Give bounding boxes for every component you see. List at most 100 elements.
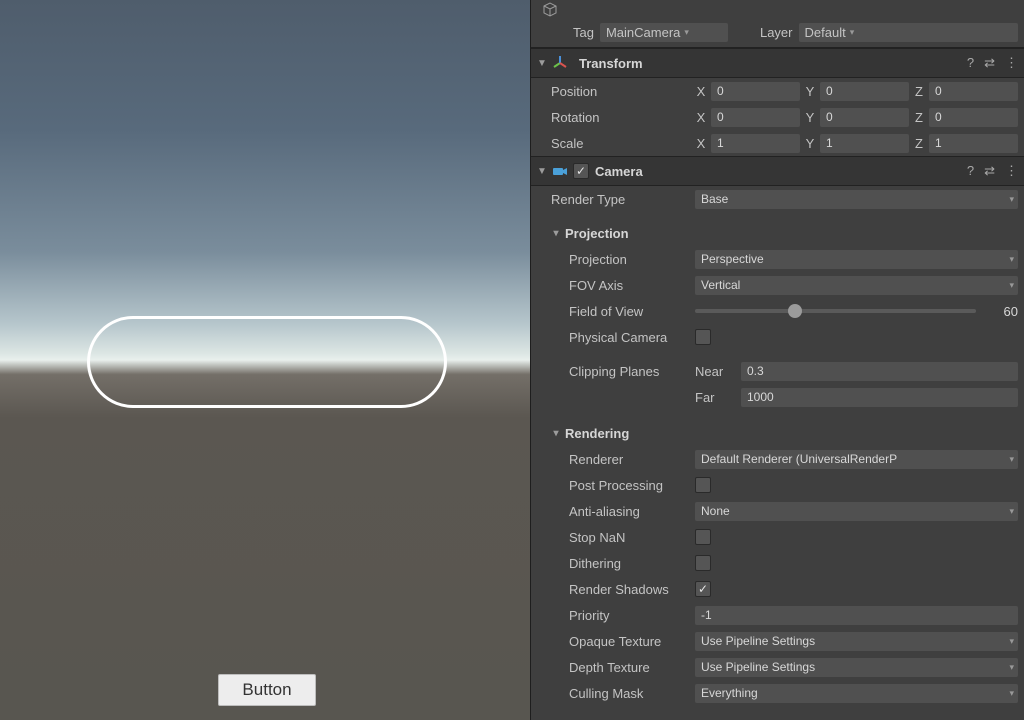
near-field[interactable] (741, 362, 1018, 381)
renderer-row: Renderer Default Renderer (UniversalRend… (531, 446, 1024, 472)
anti-aliasing-dropdown[interactable]: None▾ (695, 502, 1018, 521)
renderer-dropdown[interactable]: Default Renderer (UniversalRenderP▾ (695, 450, 1018, 469)
tag-label: Tag (573, 25, 594, 40)
layer-label: Layer (760, 25, 793, 40)
rotation-y-field[interactable] (820, 108, 909, 127)
projection-dropdown[interactable]: Perspective▾ (695, 250, 1018, 269)
chevron-down-icon: ▾ (1009, 506, 1014, 517)
foldout-icon[interactable]: ▾ (551, 428, 561, 439)
context-menu-icon[interactable]: ⋮ (1005, 163, 1018, 179)
priority-row: Priority (531, 602, 1024, 628)
rotation-row: Rotation X Y Z (531, 104, 1024, 130)
foldout-icon[interactable]: ▼ (537, 58, 547, 69)
help-icon[interactable]: ? (967, 55, 974, 71)
projection-row: Projection Perspective▾ (531, 246, 1024, 272)
render-shadows-checkbox[interactable]: ✓ (695, 581, 711, 597)
far-field[interactable] (741, 388, 1018, 407)
physical-camera-label: Physical Camera (537, 330, 695, 345)
clipping-planes-label: Clipping Planes (537, 364, 695, 379)
depth-texture-label: Depth Texture (537, 660, 695, 675)
foldout-icon[interactable]: ▼ (537, 166, 547, 177)
rotation-label: Rotation (537, 110, 695, 125)
camera-icon (551, 162, 569, 180)
opaque-texture-dropdown[interactable]: Use Pipeline Settings▾ (695, 632, 1018, 651)
render-type-label: Render Type (537, 192, 695, 207)
post-processing-label: Post Processing (537, 478, 695, 493)
chevron-down-icon: ▾ (1009, 254, 1014, 265)
position-label: Position (537, 84, 695, 99)
clipping-far-row: Far (531, 384, 1024, 410)
dithering-checkbox[interactable] (695, 555, 711, 571)
transform-component-header[interactable]: ▼ Transform ? ⇄ ⋮ (531, 48, 1024, 78)
render-type-row: Render Type Base▾ (531, 186, 1024, 212)
scale-label: Scale (537, 136, 695, 151)
layer-dropdown[interactable]: Default▾ (799, 23, 1019, 42)
position-x-field[interactable] (711, 82, 800, 101)
scale-row: Scale X Y Z (531, 130, 1024, 156)
priority-label: Priority (537, 608, 695, 623)
chevron-down-icon: ▾ (1009, 454, 1014, 465)
scale-y-field[interactable] (820, 134, 909, 153)
far-label: Far (695, 390, 735, 405)
y-label: Y (804, 84, 816, 99)
anti-aliasing-label: Anti-aliasing (537, 504, 695, 519)
foldout-icon[interactable]: ▾ (551, 228, 561, 239)
render-shadows-row: Render Shadows ✓ (531, 576, 1024, 602)
fov-row: Field of View 60 (531, 298, 1024, 324)
tag-layer-row: Tag MainCamera▾ Layer Default▾ (531, 18, 1024, 48)
slider-handle[interactable] (788, 304, 802, 318)
physical-camera-row: Physical Camera (531, 324, 1024, 350)
gameobject-cube-icon (541, 0, 559, 18)
render-type-dropdown[interactable]: Base▾ (695, 190, 1018, 209)
fov-axis-row: FOV Axis Vertical▾ (531, 272, 1024, 298)
physical-camera-checkbox[interactable] (695, 329, 711, 345)
context-menu-icon[interactable]: ⋮ (1005, 55, 1018, 71)
post-processing-checkbox[interactable] (695, 477, 711, 493)
fov-slider[interactable] (695, 309, 976, 313)
rendering-group-header[interactable]: ▾Rendering (531, 420, 1024, 446)
stop-nan-row: Stop NaN (531, 524, 1024, 550)
scale-x-field[interactable] (711, 134, 800, 153)
chevron-down-icon: ▾ (1009, 662, 1014, 673)
rotation-x-field[interactable] (711, 108, 800, 127)
stop-nan-checkbox[interactable] (695, 529, 711, 545)
culling-mask-dropdown[interactable]: Everything▾ (695, 684, 1018, 703)
camera-title: Camera (595, 164, 643, 179)
camera-enabled-checkbox[interactable]: ✓ (573, 163, 589, 179)
preset-icon[interactable]: ⇄ (984, 163, 995, 179)
culling-mask-row: Culling Mask Everything▾ (531, 680, 1024, 706)
inspector-panel: Tag MainCamera▾ Layer Default▾ ▼ Transfo… (530, 0, 1024, 720)
rotation-z-field[interactable] (929, 108, 1018, 127)
transform-title: Transform (579, 56, 643, 71)
chevron-down-icon: ▾ (1009, 280, 1014, 291)
post-processing-row: Post Processing (531, 472, 1024, 498)
fov-axis-dropdown[interactable]: Vertical▾ (695, 276, 1018, 295)
depth-texture-row: Depth Texture Use Pipeline Settings▾ (531, 654, 1024, 680)
scale-z-field[interactable] (929, 134, 1018, 153)
position-y-field[interactable] (820, 82, 909, 101)
game-view[interactable]: Button (0, 0, 530, 720)
render-shadows-label: Render Shadows (537, 582, 695, 597)
projection-label: Projection (537, 252, 695, 267)
depth-texture-dropdown[interactable]: Use Pipeline Settings▾ (695, 658, 1018, 677)
culling-mask-label: Culling Mask (537, 686, 695, 701)
chevron-down-icon: ▾ (1009, 688, 1014, 699)
near-label: Near (695, 364, 735, 379)
tag-dropdown[interactable]: MainCamera▾ (600, 23, 728, 42)
camera-component-header[interactable]: ▼ ✓ Camera ? ⇄ ⋮ (531, 156, 1024, 186)
clipping-planes-row: Clipping Planes Near (531, 358, 1024, 384)
chevron-down-icon: ▾ (1009, 194, 1014, 205)
preset-icon[interactable]: ⇄ (984, 55, 995, 71)
priority-field[interactable] (695, 606, 1018, 625)
ui-element-outline[interactable] (87, 316, 447, 408)
fov-value[interactable]: 60 (982, 304, 1018, 319)
help-icon[interactable]: ? (967, 163, 974, 179)
position-z-field[interactable] (929, 82, 1018, 101)
ui-button[interactable]: Button (218, 674, 316, 706)
fov-label: Field of View (537, 304, 695, 319)
opaque-texture-row: Opaque Texture Use Pipeline Settings▾ (531, 628, 1024, 654)
position-row: Position X Y Z (531, 78, 1024, 104)
projection-group-header[interactable]: ▾Projection (531, 220, 1024, 246)
fov-axis-label: FOV Axis (537, 278, 695, 293)
chevron-down-icon: ▾ (684, 27, 689, 38)
